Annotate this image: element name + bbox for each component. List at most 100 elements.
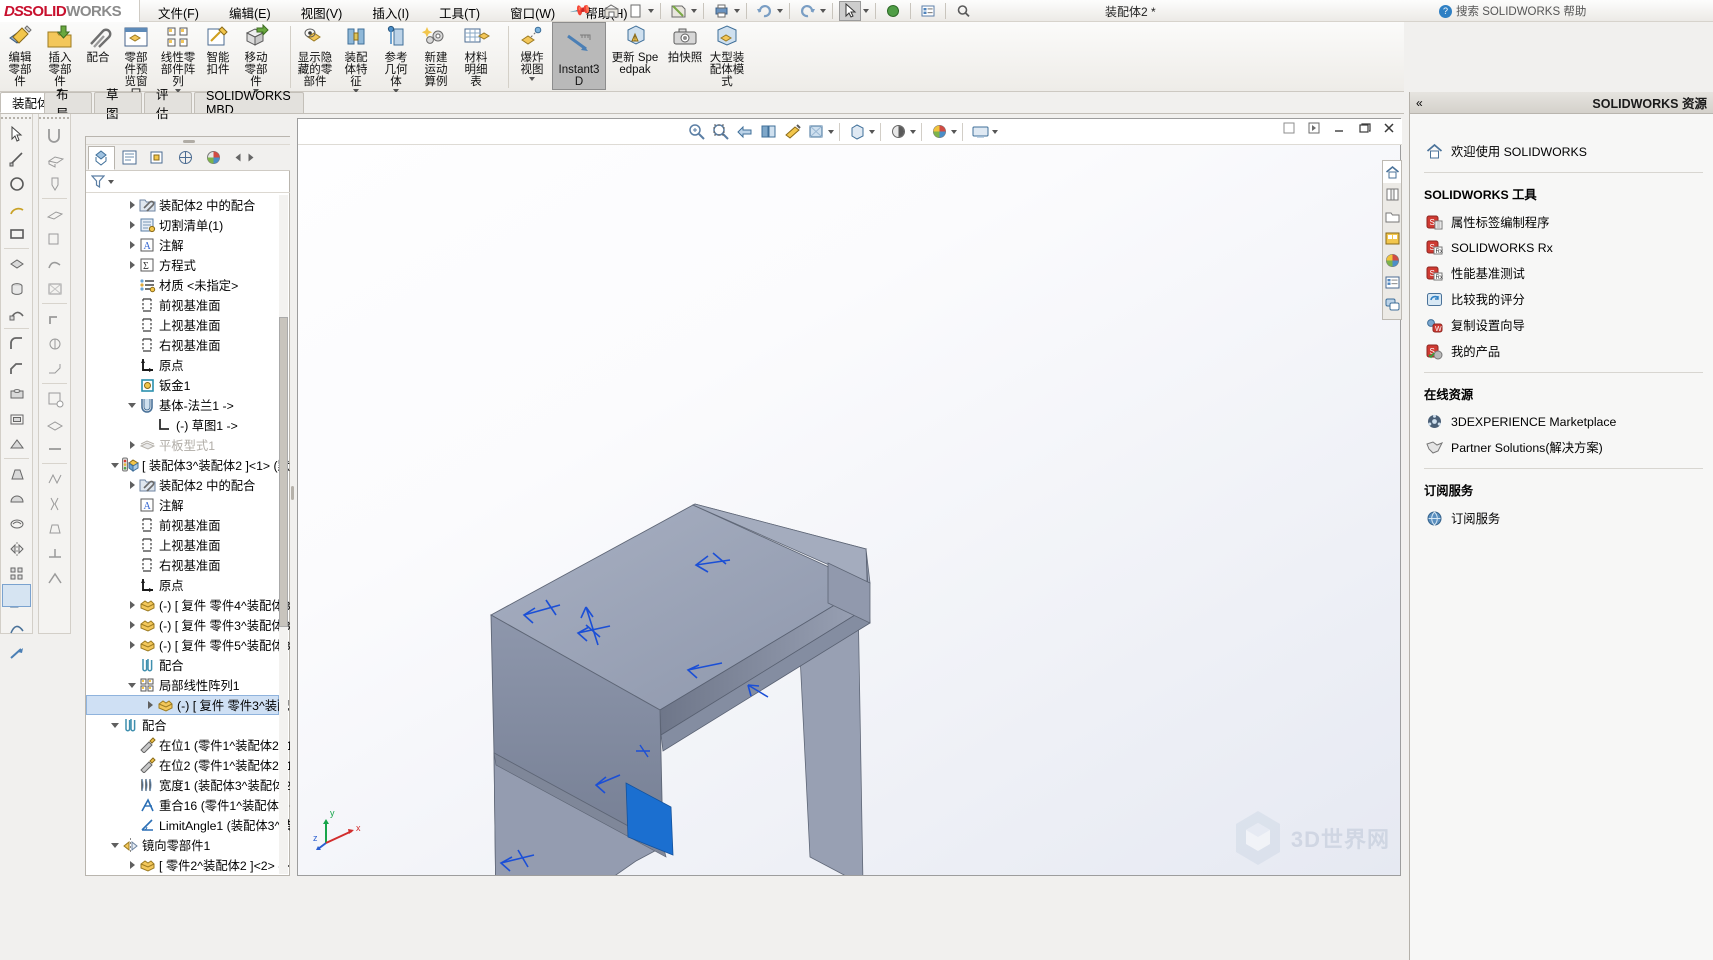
- tree-item[interactable]: 宽度1 (装配体3^装配体2-: [86, 775, 291, 795]
- tree-item[interactable]: (-) 草图1 ->: [86, 415, 291, 435]
- tree-item[interactable]: 镜向零部件1: [86, 835, 291, 855]
- chevron-down-icon[interactable]: [529, 77, 535, 81]
- display-manager-tab[interactable]: [200, 146, 227, 170]
- rip-icon[interactable]: [39, 491, 70, 516]
- tree-expand-toggle[interactable]: [128, 440, 137, 450]
- rectangle-tool-icon[interactable]: [1, 221, 32, 246]
- tree-item[interactable]: 局部线性阵列1: [86, 675, 291, 695]
- tree-expand-toggle[interactable]: [146, 700, 155, 710]
- tool-compare-my-score[interactable]: 比较我的评分: [1410, 286, 1713, 312]
- miter-flange-icon[interactable]: [39, 171, 70, 196]
- tree-item[interactable]: 装配体2 中的配合: [86, 195, 291, 215]
- options-icon[interactable]: [917, 1, 939, 21]
- left-toolbar-assembly[interactable]: [38, 114, 71, 634]
- feature-manager-tab-bar[interactable]: [86, 145, 291, 171]
- tree-item[interactable]: [ 零件2^装配体2 ]<2> ->: [86, 855, 291, 875]
- tree-item[interactable]: A 注解: [86, 235, 291, 255]
- chevron-down-icon[interactable]: [910, 129, 916, 134]
- edge-flange-icon[interactable]: [39, 146, 70, 171]
- ribbon-show-hidden-components[interactable]: 显示隐藏的零部件: [294, 22, 336, 90]
- tree-item[interactable]: Σ 方程式: [86, 255, 291, 275]
- tree-item[interactable]: 前视基准面: [86, 515, 291, 535]
- command-manager-ribbon[interactable]: 编辑零部件 插入零部件 配合 零部件预览窗口: [0, 22, 1404, 100]
- dimxpert-manager-tab[interactable]: [172, 146, 199, 170]
- property-manager-tab[interactable]: [116, 146, 143, 170]
- circle-tool-icon[interactable]: [1, 171, 32, 196]
- menu-view[interactable]: 视图(V): [298, 1, 346, 24]
- tree-expand-toggle[interactable]: [128, 620, 137, 630]
- shell-icon[interactable]: [1, 406, 32, 431]
- chevron-down-icon[interactable]: [734, 9, 740, 13]
- view-palette-tab[interactable]: [1383, 227, 1401, 249]
- chevron-down-icon[interactable]: [992, 129, 998, 134]
- toolbar-grip[interactable]: [39, 114, 70, 121]
- view-settings-icon[interactable]: [968, 120, 992, 144]
- tree-item[interactable]: 装配体2 中的配合: [86, 475, 291, 495]
- panel-drag-handle[interactable]: [86, 137, 291, 145]
- command-tab-strip[interactable]: 装配体 布局 草图 评估 SOLIDWORKS MBD: [0, 88, 1404, 121]
- tree-item[interactable]: 在位1 (零件1^装配体2<1: [86, 735, 291, 755]
- hole-wizard-icon[interactable]: [1, 381, 32, 406]
- chevron-down-icon[interactable]: [820, 9, 826, 13]
- draft-icon[interactable]: [1, 461, 32, 486]
- tree-item[interactable]: 原点: [86, 575, 291, 595]
- corner-relief-icon[interactable]: [39, 386, 70, 411]
- tree-expand-toggle[interactable]: [128, 681, 137, 690]
- scroll-right-icon[interactable]: [248, 153, 254, 162]
- break-corner-icon[interactable]: [39, 356, 70, 381]
- swept-boss-icon[interactable]: [1, 301, 32, 326]
- chevron-down-icon[interactable]: [108, 179, 114, 184]
- ribbon-large-assembly-mode[interactable]: 大型装配体模式: [706, 22, 748, 90]
- hide-show-items-icon[interactable]: [845, 120, 869, 144]
- chevron-down-icon[interactable]: [777, 9, 783, 13]
- insert-bends-icon[interactable]: [39, 466, 70, 491]
- configuration-manager-tab[interactable]: [144, 146, 171, 170]
- ribbon-snapshot[interactable]: 拍快照: [664, 22, 706, 90]
- tool-performance-benchmark[interactable]: S Rx 性能基准测试: [1410, 260, 1713, 286]
- fillet-icon[interactable]: [1, 331, 32, 356]
- no-bends-icon[interactable]: [39, 436, 70, 461]
- select-tool-icon[interactable]: [1, 121, 32, 146]
- select-cursor-icon[interactable]: [839, 1, 861, 21]
- tree-item[interactable]: 原点: [86, 355, 291, 375]
- ribbon-bill-of-materials[interactable]: 材料明细表: [456, 22, 496, 90]
- cross-break-icon[interactable]: [39, 276, 70, 301]
- search-commands-icon[interactable]: [952, 1, 974, 21]
- design-tree[interactable]: 装配体2 中的配合 切割清单(1) A 注解 Σ 方程式 材质 <未指定> 前视基准面 上视基准…: [86, 193, 291, 876]
- tree-item[interactable]: 配合: [86, 655, 291, 675]
- redo-icon[interactable]: [796, 1, 818, 21]
- ribbon-smart-fasteners[interactable]: 智能扣件: [200, 22, 236, 90]
- ribbon-move-component[interactable]: 移动零部件: [236, 22, 276, 93]
- chevron-down-icon[interactable]: [863, 9, 869, 13]
- graphics-area[interactable]: y x z 3D世界网: [297, 118, 1402, 876]
- appearances-tab[interactable]: [1383, 249, 1401, 271]
- ribbon-instant3d[interactable]: Instant3D: [552, 22, 606, 90]
- unfold-icon[interactable]: [39, 541, 70, 566]
- panel-splitter[interactable]: [290, 136, 296, 876]
- tab-evaluate[interactable]: 评估: [144, 88, 192, 121]
- tree-item[interactable]: (-) [ 复件 零件3^装配体3: [86, 615, 291, 635]
- view-orientation-icon[interactable]: [780, 120, 804, 144]
- feature-manager-panel[interactable]: 装配体2 中的配合 切割清单(1) A 注解 Σ 方程式 材质 <未指定> 前视基准面 上视基准…: [85, 136, 291, 876]
- tree-item[interactable]: 平板型式1: [86, 435, 291, 455]
- scroll-left-icon[interactable]: [235, 153, 241, 162]
- ribbon-component-preview[interactable]: 零部件预览窗口: [116, 22, 156, 100]
- maximize-button[interactable]: [1357, 121, 1373, 137]
- jog-icon[interactable]: [39, 226, 70, 251]
- dome-icon[interactable]: [1, 486, 32, 511]
- welcome-link[interactable]: 欢迎使用 SOLIDWORKS: [1410, 128, 1713, 164]
- tree-item[interactable]: (-) [ 复件 零件4^装配体3: [86, 595, 291, 615]
- tree-item[interactable]: 右视基准面: [86, 335, 291, 355]
- apply-scene-icon[interactable]: [927, 120, 951, 144]
- task-pane-body[interactable]: 欢迎使用 SOLIDWORKS SOLIDWORKS 工具 S 属性标签编制程序…: [1410, 114, 1713, 960]
- tree-item[interactable]: 重合16 (零件1^装配体2 <: [86, 795, 291, 815]
- section-view-icon[interactable]: [756, 120, 780, 144]
- tree-item[interactable]: 配合: [86, 715, 291, 735]
- ribbon-reference-geometry[interactable]: 参考几何体: [376, 22, 416, 93]
- tree-expand-toggle[interactable]: [128, 860, 137, 870]
- menu-tools[interactable]: 工具(T): [436, 1, 483, 24]
- restore-down-button[interactable]: [1282, 121, 1298, 137]
- ribbon-linear-component-pattern[interactable]: 线性零部件阵列: [156, 22, 200, 93]
- chevron-down-icon[interactable]: [951, 129, 957, 134]
- toolbar-grip[interactable]: [1, 114, 32, 121]
